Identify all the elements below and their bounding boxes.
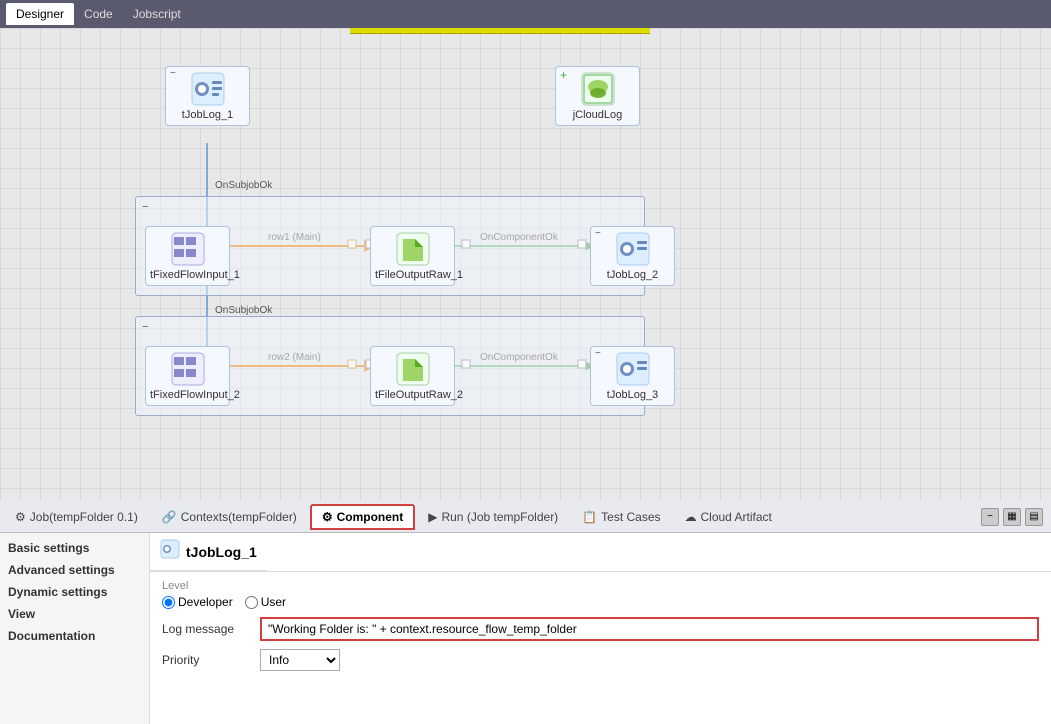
node-label-tfor2: tFileOutputRaw_2 [375,389,450,401]
node-label-tjoblog1: tJobLog_1 [170,109,245,121]
node-icon-tfor1 [395,231,431,267]
node-add-jcloudlog[interactable]: + [560,69,567,81]
tab-job-label: Job(tempFolder 0.1) [30,510,138,524]
tab-run-label: Run (Job tempFolder) [441,510,558,524]
tab-controls: − ▦ ▤ [981,508,1047,526]
sidebar-basic-settings[interactable]: Basic settings [0,537,149,559]
bottom-tab-bar: Designer Code Jobscript [0,0,1051,28]
canvas-area: OnSubjobOk row1 (Main) OnComponentOk OnS… [0,28,1051,501]
node-tfixedflowinput-2[interactable]: tFixedFlowInput_2 [145,346,230,406]
node-icon-tjoblog2 [615,231,651,267]
radio-user-label: User [261,595,286,609]
component-sidebar: Basic settings Advanced settings Dynamic… [0,533,150,724]
top-yellow-bar [350,28,650,34]
tab-contexts[interactable]: 🔗 Contexts(tempFolder) [151,505,308,529]
node-label-tjoblog2: tJobLog_2 [595,269,670,281]
log-message-label: Log message [162,622,252,636]
tab-contexts-label: Contexts(tempFolder) [181,510,297,524]
node-tjoblog-1[interactable]: − tJobLog_1 [165,66,250,126]
component-title-icon [160,539,180,564]
component-title: tJobLog_1 [150,533,267,571]
tab-component-label: Component [337,510,404,524]
node-icon-jcloudlog [580,71,616,107]
tab-cloudartifact-label: Cloud Artifact [701,510,772,524]
sidebar-dynamic-settings[interactable]: Dynamic settings [0,581,149,603]
sidebar-advanced-settings[interactable]: Advanced settings [0,559,149,581]
priority-label: Priority [162,653,252,667]
node-minimize-tjoblog3[interactable]: − [595,349,601,359]
node-icon-tjoblog3 [615,351,651,387]
component-form: Level Developer User [150,572,1051,724]
component-tabs-bar: ⚙ Job(tempFolder 0.1) 🔗 Contexts(tempFol… [0,501,1051,533]
sidebar-documentation[interactable]: Documentation [0,625,149,647]
node-icon-tffi1 [170,231,206,267]
node-icon-tfor2 [395,351,431,387]
tab-testcases[interactable]: 📋 Test Cases [571,505,671,529]
node-icon-tjoblog1 [190,71,226,107]
radio-user-input[interactable] [245,596,258,609]
tab-contexts-icon: 🔗 [162,510,177,524]
component-panel-body: Basic settings Advanced settings Dynamic… [0,533,1051,724]
level-label: Level [162,580,1039,592]
node-label-tjoblog3: tJobLog_3 [595,389,670,401]
tab-cloudartifact[interactable]: ☁ Cloud Artifact [674,505,783,529]
priority-select[interactable]: Info Debug Warning Error [260,649,340,671]
tab-designer[interactable]: Designer [6,3,74,25]
form-log-message-row: Log message [162,617,1039,641]
node-tjoblog-2[interactable]: − tJobLog_2 [590,226,675,286]
container-1-minimize[interactable]: − [142,201,148,213]
node-tfixedflowinput-1[interactable]: tFixedFlowInput_1 [145,226,230,286]
tab-job-icon: ⚙ [15,510,26,524]
tab-component[interactable]: ⚙ Component [310,504,415,530]
node-label-tfor1: tFileOutputRaw_1 [375,269,450,281]
tab-run[interactable]: ▶ Run (Job tempFolder) [417,505,569,529]
node-label-tffi1: tFixedFlowInput_1 [150,269,225,281]
tab-run-icon: ▶ [428,510,437,524]
tab-ctrl-minus[interactable]: − [981,508,999,526]
log-message-input[interactable] [260,617,1039,641]
node-icon-tffi2 [170,351,206,387]
node-minimize-tjoblog1[interactable]: − [170,69,176,79]
node-label-jcloudlog: jCloudLog [560,109,635,121]
tab-cloudartifact-icon: ☁ [685,510,697,524]
tab-testcases-icon: 📋 [582,510,597,524]
node-jcloudlog[interactable]: + jCloudLog [555,66,640,126]
form-level-section: Level Developer User [162,580,1039,609]
node-minimize-tjoblog2[interactable]: − [595,229,601,239]
container-2-minimize[interactable]: − [142,321,148,333]
tab-ctrl-grid1[interactable]: ▦ [1003,508,1021,526]
tab-testcases-label: Test Cases [601,510,660,524]
node-tjoblog-3[interactable]: − tJobLog_3 [590,346,675,406]
tab-job[interactable]: ⚙ Job(tempFolder 0.1) [4,505,149,529]
node-tfileoutputraw-2[interactable]: tFileOutputRaw_2 [370,346,455,406]
tab-code[interactable]: Code [74,3,123,25]
level-radio-row: Developer User [162,595,1039,609]
tab-component-icon: ⚙ [322,510,333,524]
svg-text:OnSubjobOk: OnSubjobOk [215,305,273,316]
radio-developer-label: Developer [178,595,233,609]
component-title-row: tJobLog_1 [150,533,1051,572]
tab-jobscript[interactable]: Jobscript [123,3,191,25]
radio-user[interactable]: User [245,595,286,609]
radio-developer[interactable]: Developer [162,595,233,609]
form-priority-row: Priority Info Debug Warning Error [162,649,1039,671]
sidebar-view[interactable]: View [0,603,149,625]
level-radio-group: Developer User [162,595,286,609]
tab-ctrl-grid2[interactable]: ▤ [1025,508,1043,526]
component-title-text: tJobLog_1 [186,544,257,560]
node-label-tffi2: tFixedFlowInput_2 [150,389,225,401]
node-tfileoutputraw-1[interactable]: tFileOutputRaw_1 [370,226,455,286]
radio-developer-input[interactable] [162,596,175,609]
component-right-content: tJobLog_1 Level Developer User [150,533,1051,724]
svg-text:OnSubjobOk: OnSubjobOk [215,180,273,191]
